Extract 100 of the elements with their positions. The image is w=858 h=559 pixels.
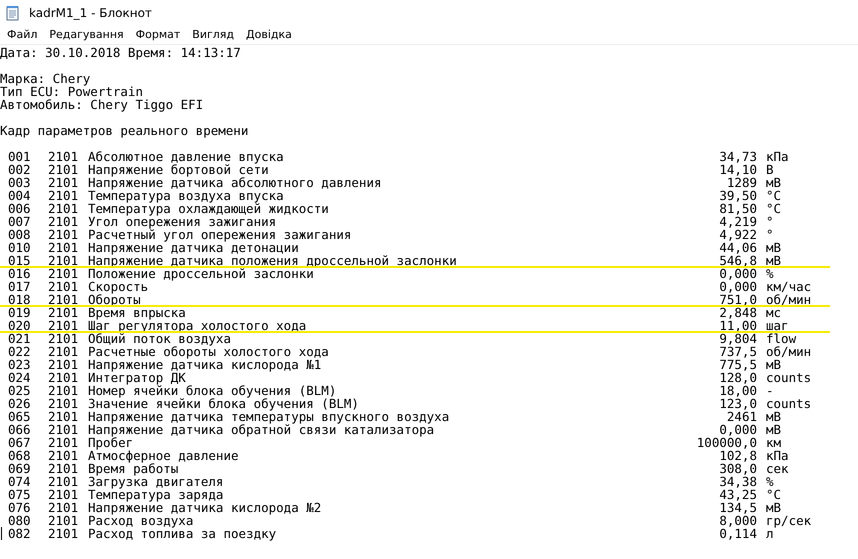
parameter-number: 002 <box>8 163 32 176</box>
parameter-code: 2101 <box>48 176 80 189</box>
parameter-code: 2101 <box>48 163 80 176</box>
parameter-code: 2101 <box>48 345 80 358</box>
parameter-value: 0,000 <box>718 267 757 280</box>
parameter-unit: шаг <box>765 319 790 332</box>
parameter-value: 123,0 <box>718 397 757 410</box>
menu-item[interactable]: Формат <box>136 28 180 41</box>
menu-item[interactable]: Довідка <box>246 28 292 41</box>
parameter-value: 0,000 <box>718 423 757 436</box>
parameter-name: Абсолютное давление впуска <box>88 150 285 163</box>
parameter-code: 2101 <box>48 475 80 488</box>
parameter-value: 44,06 <box>718 241 757 254</box>
parameter-code: 2101 <box>48 254 80 267</box>
parameter-value: 102,8 <box>719 449 757 462</box>
parameter-value: 9,804 <box>718 332 757 345</box>
parameter-name: Напряжение датчика детонации <box>88 241 300 254</box>
parameter-unit: сек <box>765 462 790 475</box>
parameter-unit: мВ <box>765 423 782 436</box>
parameter-name: Шаг регулятора холостого хода <box>88 319 308 332</box>
parameter-name: Напряжение датчика кислорода №1 <box>88 358 322 371</box>
parameter-name: Время работы <box>88 462 178 475</box>
parameter-number: 019 <box>8 306 32 319</box>
parameter-number: 007 <box>8 215 32 228</box>
parameter-unit: мВ <box>765 176 782 189</box>
parameter-name: Напряжение датчика температуры впускного воздуха <box>88 410 450 423</box>
parameter-value: 2461 <box>726 410 757 423</box>
parameter-name: Напряжение датчика абсолютного давления <box>88 176 382 189</box>
parameter-unit: л <box>765 527 774 540</box>
parameter-name: Расход топлива за поездку <box>88 527 278 540</box>
parameter-value: 775,5 <box>718 358 757 371</box>
parameter-name: Расход воздуха <box>88 514 194 527</box>
parameter-unit: гр/сек <box>765 514 812 527</box>
menu-item[interactable]: Файл <box>7 28 38 41</box>
parameter-code: 2101 <box>48 189 80 202</box>
parameter-unit: В <box>765 163 775 176</box>
parameter-number: 016 <box>8 267 32 280</box>
parameter-unit: ° <box>765 228 775 241</box>
parameter-code: 2101 <box>48 215 80 228</box>
parameter-value: 14,10 <box>718 163 757 176</box>
parameter-name: Номер ячейки блока обучения (BLM) <box>88 384 338 397</box>
parameter-code: 2101 <box>48 280 80 293</box>
parameter-unit: кПа <box>765 449 790 462</box>
parameter-code: 2101 <box>48 358 80 371</box>
parameter-number: 075 <box>8 488 32 501</box>
parameter-value: 2,848 <box>718 306 757 319</box>
parameter-value: 546,8 <box>718 254 757 267</box>
window-title: kadrM1_1 - Блокнот <box>29 6 152 20</box>
parameter-code: 2101 <box>48 514 80 527</box>
parameter-number: 010 <box>8 241 32 254</box>
parameter-code: 2101 <box>48 150 80 163</box>
parameter-unit: counts <box>765 371 812 384</box>
parameter-code: 2101 <box>48 332 80 345</box>
parameter-number: 069 <box>8 462 32 475</box>
parameter-code: 2101 <box>48 488 80 501</box>
parameter-unit: об/мин <box>765 345 812 358</box>
parameter-name: Напряжение датчика обратной связи катализатора <box>88 423 434 436</box>
parameter-name: Температура заряда <box>88 488 224 501</box>
parameter-number: 006 <box>8 202 32 215</box>
parameter-unit: об/мин <box>765 293 812 306</box>
parameter-value: 751,0 <box>718 293 757 306</box>
parameter-unit: °C <box>765 202 782 215</box>
parameter-value: 1289 <box>726 176 757 189</box>
parameter-unit: counts <box>765 397 812 410</box>
parameter-number: 008 <box>8 228 32 241</box>
info-line: Тип ECU: Powertrain <box>0 85 144 98</box>
parameter-number: 065 <box>8 410 32 423</box>
parameter-name: Расчетный угол опережения зажигания <box>88 228 352 241</box>
parameter-number: 021 <box>8 332 32 345</box>
parameter-number: 067 <box>8 436 32 449</box>
parameter-number: 023 <box>8 358 32 371</box>
parameter-name: Температура воздуха впуска <box>88 189 285 202</box>
parameter-value: 18,00 <box>718 384 757 397</box>
parameter-value: 8,000 <box>718 514 757 527</box>
parameter-unit: мВ <box>765 358 782 371</box>
parameter-number: 024 <box>8 371 32 384</box>
parameter-number: 076 <box>8 501 32 514</box>
menu-item[interactable]: Вигляд <box>192 28 234 41</box>
menu-item[interactable]: Редагування <box>49 28 124 41</box>
parameter-name: Скорость <box>88 280 150 293</box>
parameter-name: Пробег <box>88 436 134 449</box>
parameter-code: 2101 <box>48 267 80 280</box>
parameter-code: 2101 <box>48 410 80 423</box>
parameter-name: Напряжение бортовой сети <box>88 163 269 176</box>
section-title: Кадр параметров реального времени <box>0 124 250 137</box>
parameter-name: Расчетные обороты холостого хода <box>88 345 330 358</box>
info-line: Автомобиль: Chery Tiggo EFI <box>0 98 204 111</box>
parameter-number: 020 <box>8 319 32 332</box>
parameter-number: 025 <box>8 384 32 397</box>
parameter-code: 2101 <box>48 423 80 436</box>
parameter-name: Температура охлаждающей жидкости <box>88 202 330 215</box>
parameter-name: Напряжение датчика положения дроссельной заслонки <box>88 254 458 267</box>
parameter-value: 43,25 <box>718 488 757 501</box>
parameter-value: 100000,0 <box>696 436 757 449</box>
parameter-unit: кПа <box>765 150 790 163</box>
parameter-number: 001 <box>8 150 32 163</box>
parameter-value: 0,114 <box>718 527 757 540</box>
parameter-value: 11,00 <box>718 319 757 332</box>
parameter-name: Время впрыска <box>88 306 187 319</box>
parameter-code: 2101 <box>48 228 80 241</box>
